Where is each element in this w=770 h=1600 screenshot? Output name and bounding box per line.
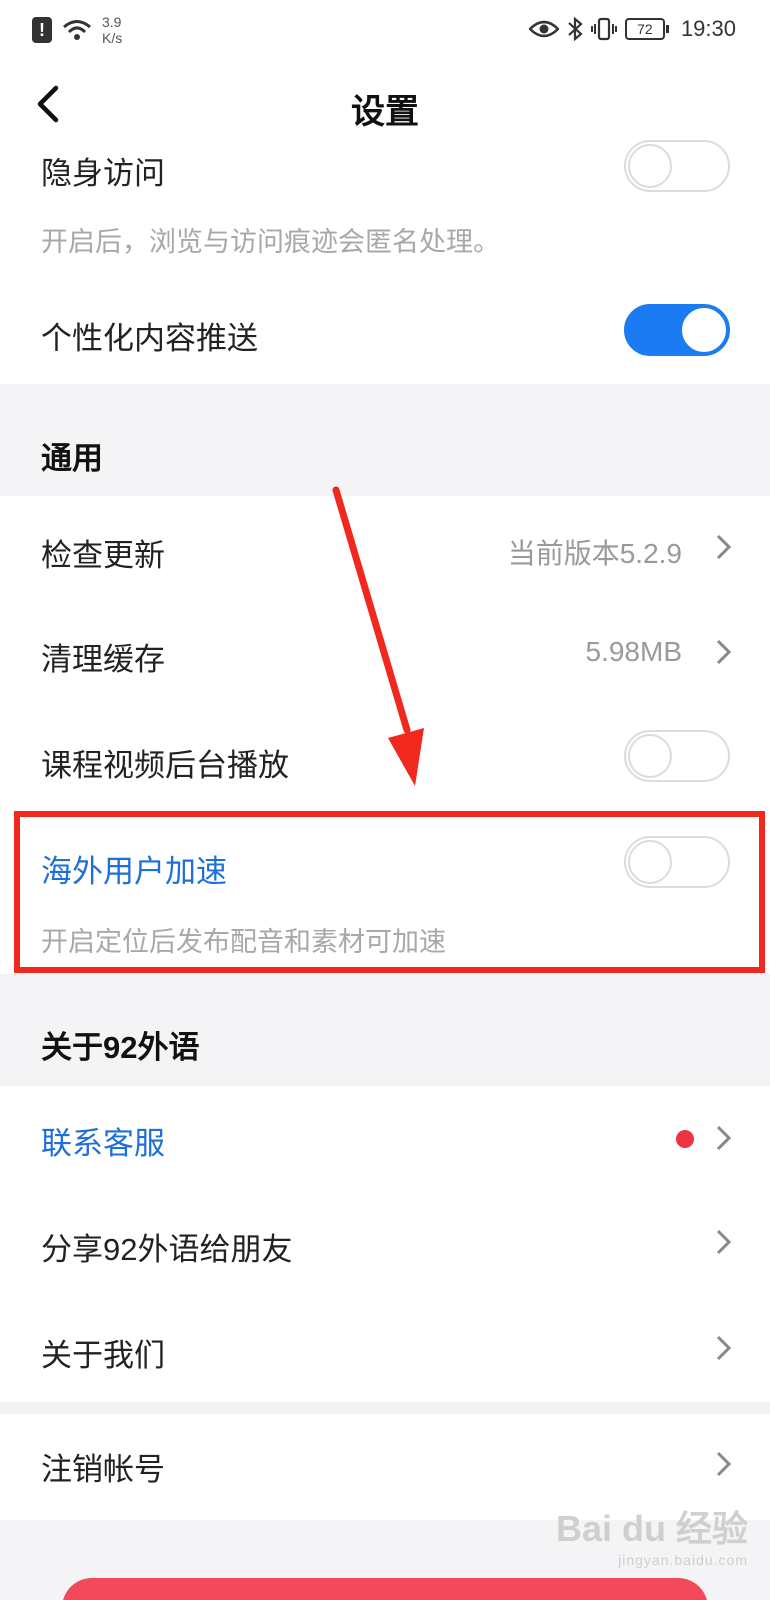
- logout-button[interactable]: [62, 1578, 708, 1600]
- alert-icon: !: [32, 17, 52, 43]
- chevron-right-icon: [716, 1335, 732, 1361]
- general-section-header: 通用: [0, 384, 770, 496]
- incognito-toggle[interactable]: [624, 140, 730, 192]
- toggle-knob: [628, 734, 672, 778]
- about-section-header: 关于92外语: [0, 974, 770, 1086]
- chevron-right-icon: [716, 1451, 732, 1477]
- chevron-right-icon: [716, 1229, 732, 1255]
- clock: 19:30: [680, 16, 736, 41]
- navigation-bar: 设置: [0, 64, 770, 148]
- notification-dot: [676, 1130, 694, 1148]
- status-left: ! 3.9 K/s: [32, 14, 142, 46]
- clear-cache-row[interactable]: 清理缓存 5.98MB: [0, 602, 770, 708]
- chevron-right-icon: [716, 1125, 732, 1151]
- background-play-label: 课程视频后台播放: [41, 748, 289, 783]
- share-app-row[interactable]: 分享92外语给朋友: [0, 1192, 770, 1298]
- general-section-title: 通用: [41, 441, 103, 476]
- check-update-row[interactable]: 检查更新 当前版本5.2.9: [0, 496, 770, 602]
- check-update-label: 检查更新: [41, 538, 165, 573]
- toggle-knob: [682, 308, 726, 352]
- about-section-title: 关于92外语: [41, 1030, 200, 1065]
- vibrate-icon: [590, 17, 617, 41]
- background-play-row: 课程视频后台播放: [0, 708, 770, 814]
- chevron-right-icon: [716, 534, 732, 560]
- about-us-label: 关于我们: [41, 1338, 165, 1373]
- deregister-account-label: 注销帐号: [41, 1452, 165, 1487]
- chevron-right-icon: [716, 639, 732, 665]
- eye-icon: [528, 20, 559, 38]
- contact-support-label: 联系客服: [41, 1126, 165, 1161]
- wifi-icon: [63, 20, 91, 40]
- toggle-knob: [628, 144, 672, 188]
- watermark-url: jingyan.baidu.com: [618, 1552, 748, 1568]
- app-version-value: 当前版本5.2.9: [507, 538, 682, 569]
- background-play-toggle[interactable]: [624, 730, 730, 782]
- incognito-label: 隐身访问: [41, 156, 165, 191]
- highlight-box: [14, 811, 765, 973]
- personalized-push-toggle[interactable]: [624, 304, 730, 356]
- personalized-push-row: 个性化内容推送: [0, 268, 770, 384]
- watermark-brand: Bai du 经验: [555, 1508, 748, 1549]
- about-us-row[interactable]: 关于我们: [0, 1298, 770, 1402]
- bluetooth-icon: [568, 17, 583, 41]
- page-title: 设置: [351, 93, 419, 131]
- battery-icon: 72: [624, 18, 669, 40]
- watermark: Bai du 经验 jingyan.baidu.com: [556, 1500, 748, 1568]
- cache-size-value: 5.98MB: [585, 636, 683, 667]
- share-app-label: 分享92外语给朋友: [41, 1232, 293, 1267]
- incognito-row: 隐身访问 开启后，浏览与访问痕迹会匿名处理。: [0, 140, 770, 268]
- contact-support-row[interactable]: 联系客服: [0, 1086, 770, 1192]
- status-right: 72 19:30: [528, 16, 736, 42]
- section-gap: [0, 1402, 770, 1414]
- clear-cache-label: 清理缓存: [41, 642, 165, 677]
- personalized-push-label: 个性化内容推送: [41, 321, 258, 356]
- status-bar: ! 3.9 K/s 72 19:30: [0, 0, 770, 64]
- network-speed: 3.9 K/s: [102, 14, 123, 46]
- incognito-description: 开启后，浏览与访问痕迹会匿名处理。: [41, 227, 500, 257]
